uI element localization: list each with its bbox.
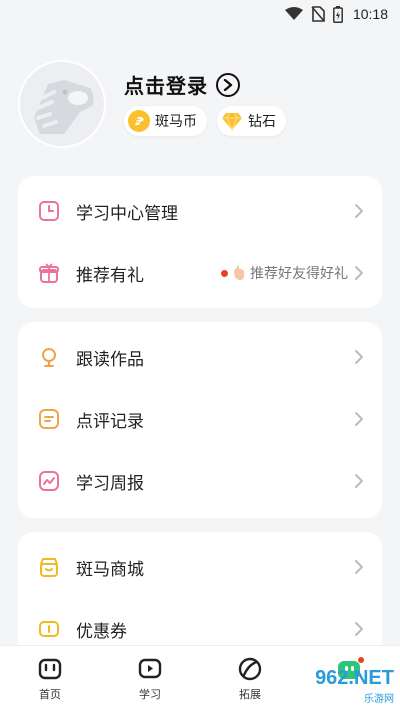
battery-icon xyxy=(333,5,343,23)
asset-badges: 斑马币 钻石 xyxy=(124,106,286,136)
watermark-sub: 乐游网 xyxy=(364,694,394,705)
menu-item-label: 推荐有礼 xyxy=(76,265,144,286)
diamond-icon xyxy=(222,112,242,131)
chevron-right-icon xyxy=(355,266,363,280)
wifi-icon xyxy=(284,7,303,20)
menu-item-label: 学习周报 xyxy=(76,473,144,494)
store-icon xyxy=(36,554,62,580)
login-link[interactable]: 点击登录 xyxy=(124,70,240,99)
status-bar: 10:18 xyxy=(0,0,400,28)
watermark-main: 962.NET xyxy=(315,667,394,689)
microphone-icon xyxy=(36,344,62,370)
explore-icon xyxy=(238,657,262,681)
no-sim-icon xyxy=(311,6,325,22)
comment-icon xyxy=(36,406,62,432)
avatar[interactable] xyxy=(18,60,106,148)
menu-card-2: 跟读作品 点评记录 学习周报 xyxy=(18,322,382,518)
chevron-right-icon xyxy=(355,560,363,574)
watermark-logo: 962.NET 乐游网 xyxy=(315,667,394,705)
nav-study[interactable]: 学习 xyxy=(110,656,190,702)
chevron-right-icon xyxy=(355,412,363,426)
status-time: 10:18 xyxy=(352,6,388,22)
nav-home[interactable]: 首页 xyxy=(10,656,90,702)
menu-item-read-along[interactable]: 跟读作品 xyxy=(18,326,382,388)
menu-item-label: 跟读作品 xyxy=(76,349,144,370)
chevron-right-icon xyxy=(355,474,363,488)
menu-item-study-center[interactable]: 学习中心管理 xyxy=(18,180,382,242)
referral-hint-text: 推荐好友得好礼 xyxy=(250,266,348,282)
nav-home-label: 首页 xyxy=(39,688,61,701)
arrow-right-circle-icon xyxy=(216,72,240,97)
report-icon xyxy=(36,468,62,494)
menu-item-referral[interactable]: 推荐有礼 推荐好友得好礼 xyxy=(18,242,382,304)
hand-gesture-icon xyxy=(234,265,244,280)
menu-item-review-records[interactable]: 点评记录 xyxy=(18,388,382,450)
chevron-right-icon xyxy=(355,622,363,636)
zebra-coin-label: 斑马币 xyxy=(155,114,197,130)
notification-dot xyxy=(221,269,228,277)
coupon-icon xyxy=(36,616,62,642)
menu-item-label: 点评记录 xyxy=(76,411,144,432)
diamond-label: 钻石 xyxy=(248,114,276,130)
login-text: 点击登录 xyxy=(124,74,208,98)
diamond-badge[interactable]: 钻石 xyxy=(217,106,286,136)
zebra-avatar-icon xyxy=(20,62,104,146)
menu-item-label: 优惠券 xyxy=(76,621,127,642)
chevron-right-icon xyxy=(355,350,363,364)
referral-hint: 推荐好友得好礼 xyxy=(221,263,348,283)
study-icon xyxy=(138,658,162,679)
home-icon xyxy=(38,658,62,680)
zebra-coin-badge[interactable]: 斑马币 xyxy=(124,106,207,136)
chevron-right-icon xyxy=(355,204,363,218)
profile-header: 点击登录 斑马币 钻石 xyxy=(18,60,382,152)
menu-item-weekly-report[interactable]: 学习周报 xyxy=(18,450,382,512)
clock-icon xyxy=(36,198,62,224)
nav-study-label: 学习 xyxy=(139,688,161,701)
menu-item-label: 斑马商城 xyxy=(76,559,144,580)
nav-explore[interactable]: 拓展 xyxy=(210,656,290,702)
menu-card-1: 学习中心管理 推荐有礼 推荐好友得好礼 xyxy=(18,176,382,308)
nav-explore-label: 拓展 xyxy=(239,688,261,701)
zebra-coin-icon xyxy=(128,110,150,132)
menu-item-label: 学习中心管理 xyxy=(76,203,178,224)
menu-item-store[interactable]: 斑马商城 xyxy=(18,536,382,598)
gift-icon xyxy=(36,260,62,286)
